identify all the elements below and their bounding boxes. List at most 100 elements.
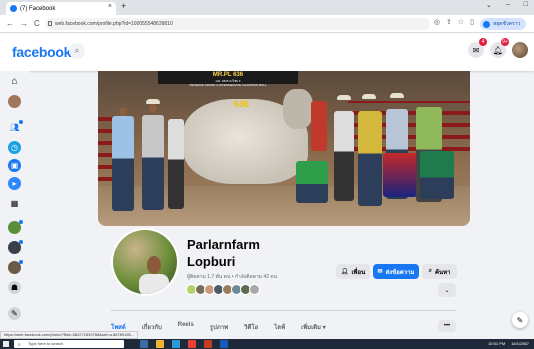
tab-live[interactable]: ไลฟ์ bbox=[274, 322, 285, 332]
system-tray: 10:51 PM 16/1/2567 bbox=[488, 339, 529, 349]
tab-videos[interactable]: วิดีโอ bbox=[244, 322, 258, 332]
status-url: https://web.facebook.com/photo/?fbid=582… bbox=[0, 331, 139, 339]
banner-title: MR.PL 636 bbox=[212, 72, 244, 78]
bull-number: 636 bbox=[234, 99, 250, 109]
task-view-icon[interactable] bbox=[140, 340, 148, 348]
forward-icon[interactable]: → bbox=[20, 19, 28, 28]
person-2 bbox=[142, 115, 164, 210]
minimize-icon[interactable]: – bbox=[506, 1, 510, 9]
profile-divider bbox=[111, 310, 456, 311]
mutual-friends-avatars[interactable] bbox=[186, 284, 260, 295]
compose-icon[interactable]: ✎ bbox=[512, 312, 528, 328]
search-button-label: ค้นหา bbox=[434, 269, 451, 276]
person-3 bbox=[168, 119, 184, 209]
edit-shortcuts-icon[interactable]: ✎ bbox=[8, 307, 21, 320]
person-1 bbox=[112, 116, 134, 211]
shortcut-group-1[interactable] bbox=[8, 220, 23, 234]
reload-icon[interactable]: C bbox=[34, 19, 40, 28]
shortcut-group-4[interactable]: ☗ bbox=[8, 281, 21, 294]
tray-date[interactable]: 16/1/2567 bbox=[511, 339, 529, 349]
shortcut-group-2[interactable] bbox=[8, 240, 23, 254]
profile-photo-face bbox=[147, 256, 161, 274]
bookmark-star-icon[interactable]: ☆ bbox=[458, 18, 464, 26]
friend-avatar[interactable] bbox=[249, 284, 260, 295]
profile-photo-shirt bbox=[139, 274, 169, 294]
tab-more[interactable]: เพิ่มเติม ▾ bbox=[301, 322, 326, 332]
profile-picture[interactable] bbox=[111, 228, 179, 296]
tray-time[interactable]: 10:51 PM bbox=[488, 339, 505, 349]
maximize-icon[interactable]: □ bbox=[524, 1, 528, 9]
close-tab-icon[interactable]: × bbox=[108, 3, 112, 10]
profile-name: Parlarnfarm Lopburi bbox=[187, 237, 260, 269]
facebook-logo[interactable]: facebook bbox=[12, 44, 71, 60]
profile-search-button[interactable]: ⌕ ค้นหา bbox=[422, 264, 457, 279]
person-1-head bbox=[119, 107, 127, 116]
home-icon[interactable]: ⌂ bbox=[8, 75, 21, 88]
facebook-header: facebook ⌕ ✉ 4 🔔︎ 9+ bbox=[0, 33, 534, 71]
follower-stats[interactable]: ผู้ติดตาม 1.7 พัน คน • กำลังติดตาม 42 คน bbox=[187, 273, 277, 281]
bell-icon[interactable]: 🔔︎ 9+ bbox=[490, 38, 509, 58]
window-controls: ⌄ – □ bbox=[486, 1, 528, 9]
address-bar-row: ← → C web.facebook.com/profile.php?id=10… bbox=[0, 15, 534, 33]
tab-reels[interactable]: Reels bbox=[178, 322, 194, 332]
taskbar-search-placeholder: Type here to search bbox=[28, 341, 64, 346]
edge-icon[interactable] bbox=[172, 340, 180, 348]
messenger-icon: ✉ bbox=[377, 269, 383, 275]
groups-icon[interactable]: ▣ bbox=[8, 159, 21, 172]
profile-label: หยุดชั่วคราว bbox=[493, 21, 521, 27]
person-6 bbox=[296, 161, 328, 203]
chrome-icon[interactable] bbox=[188, 340, 196, 348]
shortcut-group-3[interactable] bbox=[8, 260, 23, 274]
chevron-down-icon[interactable]: ⌄ bbox=[438, 283, 456, 297]
memories-icon[interactable]: ◷ bbox=[8, 141, 21, 154]
search-icon: ⌕ bbox=[428, 268, 432, 274]
profile-tabs: โพสต์ เกี่ยวกับ Reels รูปภาพ วิดีโอ ไลฟ์… bbox=[111, 322, 456, 332]
powerpoint-icon[interactable] bbox=[204, 340, 212, 348]
messenger-icon[interactable]: ✉ 4 bbox=[468, 38, 487, 58]
word-icon[interactable] bbox=[220, 340, 228, 348]
file-explorer-icon[interactable] bbox=[156, 340, 164, 348]
friends-icon[interactable]: 👥︎ bbox=[8, 120, 23, 134]
back-icon[interactable]: ← bbox=[6, 19, 14, 28]
watch-icon[interactable]: ▸ bbox=[8, 177, 21, 190]
profile-avatar-icon bbox=[483, 20, 490, 28]
url-text: web.facebook.com/profile.php?id=10005554… bbox=[55, 21, 173, 27]
windows-start-icon[interactable] bbox=[3, 341, 9, 347]
browser-tabstrip: (7) Facebook × + ⌄ – □ bbox=[0, 0, 534, 15]
friends-button[interactable]: 👤︎ เพื่อน bbox=[336, 264, 370, 279]
person-11 bbox=[420, 151, 454, 199]
person-8-hat bbox=[390, 93, 404, 98]
tab-search-icon[interactable]: ⌄ bbox=[486, 1, 492, 9]
person-7 bbox=[358, 111, 382, 206]
rail-avatar[interactable] bbox=[8, 95, 21, 108]
share-icon[interactable]: ⇪ bbox=[446, 18, 452, 26]
message-button[interactable]: ✉ ส่งข้อความ bbox=[373, 264, 419, 279]
search-icon[interactable]: ⌕ bbox=[69, 43, 85, 59]
tab-title: (7) Facebook bbox=[20, 5, 56, 12]
grid-menu-icon[interactable]: ▦ bbox=[8, 197, 21, 210]
rail-dot bbox=[19, 220, 23, 224]
tab-photos[interactable]: รูปภาพ bbox=[210, 322, 228, 332]
tab-about[interactable]: เกี่ยวกับ bbox=[142, 322, 162, 332]
header-actions: ✉ 4 🔔︎ 9+ bbox=[468, 38, 528, 58]
rail-dot bbox=[19, 260, 23, 264]
cover-photo[interactable]: MR.PL 636 GR. 4825 ธงไชย 3 RESERVE GRAND… bbox=[98, 71, 470, 226]
google-lens-icon[interactable]: ◎ bbox=[434, 18, 440, 26]
screen: (7) Facebook × + ⌄ – □ ← → C web.faceboo… bbox=[0, 0, 534, 349]
new-tab-button[interactable]: + bbox=[121, 1, 126, 11]
sidebar-icon[interactable]: ▯ bbox=[470, 18, 474, 26]
more-options-button[interactable]: ••• bbox=[438, 320, 456, 332]
messenger-badge: 4 bbox=[479, 38, 487, 46]
url-field[interactable]: web.facebook.com/profile.php?id=10005554… bbox=[45, 18, 430, 30]
person-5 bbox=[334, 111, 354, 201]
browser-extensions: ◎ ⇪ ☆ ▯ bbox=[434, 18, 474, 26]
notification-badge: 9+ bbox=[501, 38, 509, 46]
facebook-favicon-icon bbox=[10, 5, 17, 12]
taskbar-search[interactable]: ⌕ Type here to search bbox=[14, 340, 124, 348]
browser-profile-button[interactable]: หยุดชั่วคราว bbox=[480, 18, 526, 30]
browser-tab[interactable]: (7) Facebook × bbox=[6, 2, 116, 15]
person-4 bbox=[311, 101, 327, 151]
friend-check-icon: 👤︎ bbox=[340, 269, 349, 275]
lock-icon bbox=[48, 21, 52, 26]
account-avatar[interactable] bbox=[512, 42, 528, 58]
